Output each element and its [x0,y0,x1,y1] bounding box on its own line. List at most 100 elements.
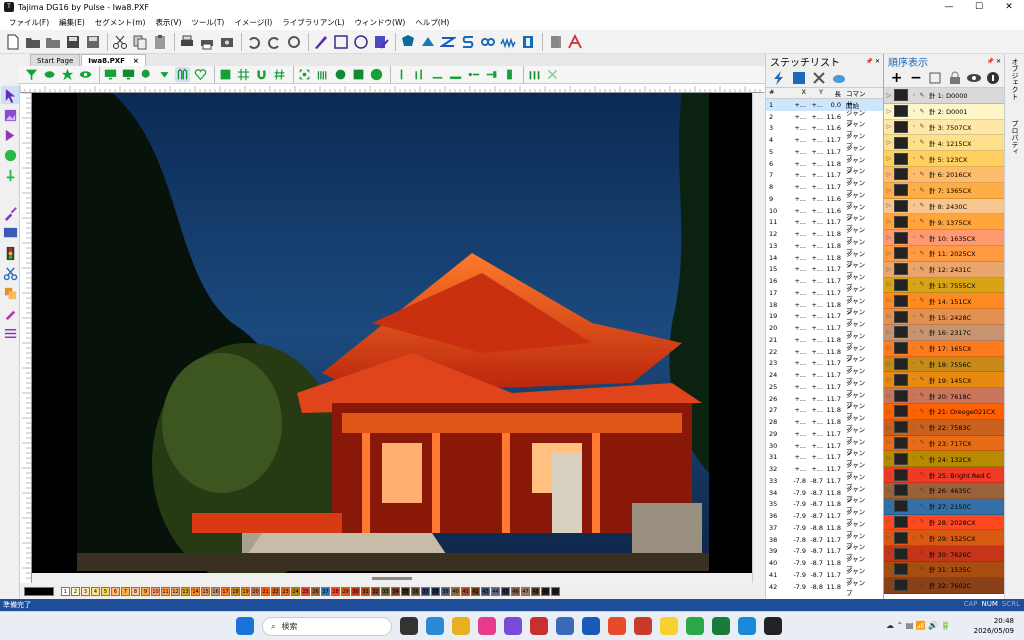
cube-icon[interactable] [351,67,366,82]
scissors-icon[interactable] [1,264,19,282]
expand-icon[interactable] [297,67,312,82]
sequence-row[interactable]: ▷ ◦ ✎ 針 3: 7507CX [884,119,1004,136]
visibility-icon[interactable]: ◦ [910,218,918,225]
panel-pin-close[interactable]: 📌 ✕ [987,58,1004,65]
magnet-icon[interactable] [254,67,269,82]
close-button[interactable]: ✕ [994,0,1024,14]
expand-arrow-icon[interactable]: ▷ [884,408,894,415]
col-command[interactable]: コマンド [843,88,873,108]
visibility-icon[interactable]: ◦ [910,534,918,541]
fill-stitch-icon[interactable] [399,33,417,51]
eye-icon[interactable] [78,67,93,82]
triangle-down-icon[interactable] [157,67,172,82]
edit-icon[interactable]: ✎ [918,250,926,257]
pointer-icon[interactable] [139,67,154,82]
end-icon[interactable] [484,67,499,82]
new-file-icon[interactable] [4,33,22,51]
battery-icon[interactable] [502,67,517,82]
sequence-row[interactable]: ▷ ◦ ✎ 針 22: 7583C [884,419,1004,436]
palette-swatch[interactable]: 37 [421,587,430,596]
palette-swatch[interactable]: 13 [181,587,190,596]
palette-swatch[interactable]: 11 [161,587,170,596]
minimize-button[interactable]: — [934,0,964,14]
stitch-row[interactable]: 42 -7.9 -8.8 11.8 ジャンプ [766,579,883,597]
sequence-row[interactable]: ▷ ◦ ✎ 針 5: 123CX [884,151,1004,167]
edit-icon[interactable]: ✎ [918,471,926,478]
sequence-row[interactable]: ▷ ◦ ✎ 針 29: 1525CX [884,530,1004,547]
palette-swatch[interactable]: 36 [411,587,420,596]
palette-swatch[interactable]: 26 [311,587,320,596]
palette-swatch[interactable]: 27 [321,587,330,596]
menu-view[interactable]: 表示(V) [150,17,186,28]
expand-arrow-icon[interactable]: ▷ [884,108,894,115]
sequence-row[interactable]: ▷ ◦ ✎ 針 13: 7555CX [884,277,1004,294]
delete-icon[interactable] [810,69,828,87]
pen-tool-icon[interactable] [312,33,330,51]
copilot-icon[interactable] [504,617,522,635]
task-view-icon[interactable] [400,617,418,635]
menu-segment[interactable]: セグメント(m) [90,17,151,28]
sequence-row[interactable]: ▷ ◦ ✎ 針 9: 1375CX [884,214,1004,231]
edit-icon[interactable]: ✎ [918,281,926,288]
visibility-icon[interactable]: ◦ [910,297,918,304]
select-all-icon[interactable] [790,69,808,87]
palette-swatch[interactable]: 25 [301,587,310,596]
sequence-row[interactable]: ▷ ◦ ✎ 針 23: 717CX [884,435,1004,452]
palette-swatch[interactable]: 29 [341,587,350,596]
palette-swatch[interactable]: 33 [381,587,390,596]
palette-swatch[interactable]: 19 [241,587,250,596]
col-length[interactable]: 長 [825,88,843,98]
visibility-icon[interactable]: ◦ [910,329,918,336]
menu-help[interactable]: ヘルプ(H) [410,17,454,28]
design-canvas[interactable] [32,93,752,583]
scroll-thumb[interactable] [372,577,412,580]
info-icon[interactable] [985,69,1002,87]
expand-arrow-icon[interactable]: ▷ [884,518,894,525]
sequence-row[interactable]: ▷ ◦ ✎ 針 24: 132CX [884,451,1004,468]
expand-arrow-icon[interactable]: ▷ [884,376,894,383]
excel-icon[interactable] [712,617,730,635]
visibility-icon[interactable]: ◦ [910,139,918,146]
sequence-row[interactable]: ▷ ◦ ✎ 針 26: 4635C [884,482,1004,499]
expand-arrow-icon[interactable]: ▷ [884,155,894,162]
expand-arrow-icon[interactable]: ▷ [884,250,894,257]
lightning-icon[interactable] [770,69,788,87]
sequence-row[interactable]: ▷ ◦ ✎ 針 4: 1215CX [884,135,1004,152]
palette-swatch[interactable]: 4 [91,587,100,596]
sequence-row[interactable]: ▷ ◦ ✎ 針 15: 2428C [884,309,1004,325]
palette-swatch[interactable]: 47 [521,587,530,596]
grid-icon[interactable] [236,67,251,82]
edit-icon[interactable]: ✎ [918,171,926,178]
explorer-icon[interactable] [452,617,470,635]
expand-arrow-icon[interactable]: ▷ [884,123,894,130]
edit-icon[interactable]: ✎ [918,439,926,446]
palette-swatch[interactable]: 23 [281,587,290,596]
visibility-icon[interactable]: ◦ [910,503,918,510]
sequence-row[interactable]: ▷ ◦ ✎ 針 12: 2431C [884,261,1004,278]
visibility-icon[interactable]: ◦ [910,471,918,478]
circle-tool-icon[interactable] [1,146,19,164]
menu-image[interactable]: イメージ(I) [229,17,277,28]
edit-icon[interactable]: ✎ [918,187,926,194]
wave-icon[interactable] [499,33,517,51]
sequence-row[interactable]: ▷ ◦ ✎ 針 25: Bright Red C [884,467,1004,483]
monitor-icon[interactable] [103,67,118,82]
bar-1000-icon[interactable] [448,67,463,82]
palette-swatch[interactable]: 31 [361,587,370,596]
palette-swatch[interactable]: 28 [331,587,340,596]
expand-arrow-icon[interactable]: ▷ [884,345,894,352]
menu-window[interactable]: ウィンドウ(W) [350,17,411,28]
text-tool-icon[interactable] [566,33,584,51]
palette-swatch[interactable]: 44 [491,587,500,596]
expand-arrow-icon[interactable]: ▷ [884,329,894,336]
visibility-icon[interactable]: ◦ [910,187,918,194]
edit-icon[interactable]: ✎ [918,392,926,399]
tray-icons[interactable]: ☁ ⌃ ▤ 📶 🔊 🔋 [886,621,951,630]
traffic-icon[interactable] [1,244,19,262]
visibility-icon[interactable]: ◦ [910,250,918,257]
edit-icon[interactable]: ✎ [918,518,926,525]
eye-toggle-icon[interactable] [965,69,982,87]
palette-swatch[interactable]: 16 [211,587,220,596]
machine-icon[interactable] [218,33,236,51]
sequence-row[interactable]: ▷ ◦ ✎ 針 11: 2025CX [884,245,1004,262]
